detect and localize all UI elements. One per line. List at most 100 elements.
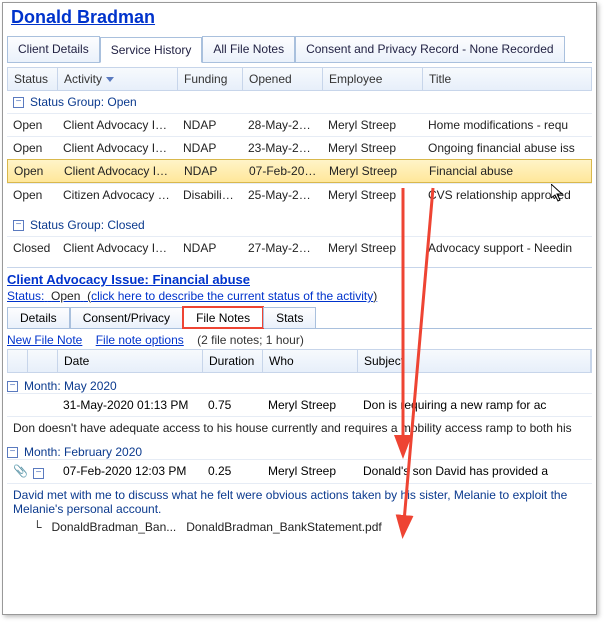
- attachment-link[interactable]: DonaldBradman_BankStatement.pdf: [186, 520, 381, 534]
- month-group-may[interactable]: −Month: May 2020: [7, 379, 592, 393]
- cell-opened: 27-May-2020: [242, 239, 322, 257]
- month-label: Month: February 2020: [24, 445, 142, 459]
- subtabstrip: Details Consent/Privacy File Notes Stats: [7, 307, 592, 329]
- col-status[interactable]: Status: [8, 68, 58, 90]
- col-who[interactable]: Who: [263, 350, 358, 372]
- note-expand[interactable]: [7, 396, 27, 414]
- main-tabstrip: Client Details Service History All File …: [7, 36, 592, 63]
- month-label: Month: May 2020: [24, 379, 117, 393]
- file-note-options-link[interactable]: File note options: [96, 333, 184, 347]
- cell-activity: Client Advocacy Is...: [58, 162, 178, 180]
- col-opened[interactable]: Opened: [243, 68, 323, 90]
- cell-funding: NDAP: [177, 116, 242, 134]
- note-date: 07-Feb-2020 12:03 PM: [57, 462, 202, 481]
- cell-employee: Meryl Streep: [322, 116, 422, 134]
- collapse-icon[interactable]: −: [13, 220, 24, 231]
- note-subject: Donald's son David has provided a: [357, 462, 592, 481]
- tab-consent-privacy[interactable]: Consent and Privacy Record - None Record…: [295, 36, 564, 62]
- cell-opened: 28-May-2020: [242, 116, 322, 134]
- col-funding[interactable]: Funding: [178, 68, 243, 90]
- col-title[interactable]: Title: [423, 68, 591, 90]
- note-date: 31-May-2020 01:13 PM: [57, 396, 202, 414]
- note-body: Don doesn't have adequate access to his …: [7, 416, 592, 439]
- col-activity[interactable]: Activity: [58, 68, 178, 90]
- status-label: Status:: [7, 289, 44, 303]
- table-row[interactable]: Open Citizen Advocacy R... Disability ..…: [7, 183, 592, 206]
- cell-funding: Disability ...: [177, 186, 242, 204]
- group-open[interactable]: −Status Group: Open: [7, 91, 592, 113]
- cell-funding: NDAP: [177, 239, 242, 257]
- table-row-selected[interactable]: Open Client Advocacy Is... NDAP 07-Feb-2…: [7, 159, 592, 183]
- collapse-icon[interactable]: −: [7, 381, 18, 392]
- cell-title: Home modifications - requ: [422, 116, 592, 134]
- col-expand[interactable]: [8, 350, 28, 372]
- note-row[interactable]: 31-May-2020 01:13 PM 0.75 Meryl Streep D…: [7, 393, 592, 416]
- note-duration: 0.75: [202, 396, 262, 414]
- cell-status: Open: [8, 162, 58, 180]
- col-expand2[interactable]: [28, 350, 58, 372]
- cell-title: CVS relationship approved: [422, 186, 592, 204]
- new-file-note-link[interactable]: New File Note: [7, 333, 82, 347]
- cell-activity: Client Advocacy Is...: [57, 239, 177, 257]
- month-group-feb[interactable]: −Month: February 2020: [7, 445, 592, 459]
- cell-employee: Meryl Streep: [323, 162, 423, 180]
- cell-status: Open: [7, 186, 57, 204]
- note-who: Meryl Streep: [262, 396, 357, 414]
- tree-branch-icon: └: [33, 520, 42, 534]
- cell-employee: Meryl Streep: [322, 239, 422, 257]
- group-closed-label: Status Group: Closed: [30, 218, 145, 232]
- tab-service-history[interactable]: Service History: [100, 37, 203, 63]
- notes-header-row: Date Duration Who Subject: [7, 349, 592, 373]
- notes-meta: (2 file notes; 1 hour): [197, 333, 304, 347]
- issue-title[interactable]: Client Advocacy Issue: Financial abuse: [7, 267, 592, 287]
- note-body: David met with me to discuss what he fel…: [7, 483, 592, 520]
- table-row[interactable]: Open Client Advocacy Is... NDAP 28-May-2…: [7, 113, 592, 136]
- cell-funding: NDAP: [177, 139, 242, 157]
- note-who: Meryl Streep: [262, 462, 357, 481]
- collapse-icon[interactable]: −: [13, 97, 24, 108]
- table-row[interactable]: Closed Client Advocacy Is... NDAP 27-May…: [7, 236, 592, 259]
- cell-employee: Meryl Streep: [322, 139, 422, 157]
- tab-all-file-notes[interactable]: All File Notes: [202, 36, 295, 62]
- status-line: Status: Open (click here to describe the…: [7, 289, 592, 303]
- status-value: Open: [51, 289, 80, 303]
- cell-activity: Client Advocacy Is...: [57, 116, 177, 134]
- client-name-link[interactable]: Donald Bradman: [3, 3, 596, 34]
- group-closed[interactable]: −Status Group: Closed: [7, 214, 592, 236]
- subtab-stats[interactable]: Stats: [263, 307, 316, 328]
- note-subject: Don is requiring a new ramp for ac: [357, 396, 592, 414]
- tab-client-details[interactable]: Client Details: [7, 36, 100, 62]
- cell-opened: 25-May-2020: [242, 186, 322, 204]
- note-collapse[interactable]: −: [27, 462, 57, 481]
- col-employee[interactable]: Employee: [323, 68, 423, 90]
- grid-header-row: Status Activity Funding Opened Employee …: [7, 67, 592, 91]
- subtab-details[interactable]: Details: [7, 307, 70, 328]
- col-activity-label: Activity: [64, 72, 102, 86]
- col-date[interactable]: Date: [58, 350, 203, 372]
- cell-status: Open: [7, 116, 57, 134]
- note-attach-icon[interactable]: 📎: [7, 462, 27, 481]
- cell-funding: NDAP: [178, 162, 243, 180]
- note-indent: [27, 396, 57, 414]
- cell-opened: 23-May-2020: [242, 139, 322, 157]
- notes-actions: New File Note File note options (2 file …: [7, 333, 592, 347]
- cell-title: Advocacy support - Needin: [422, 239, 592, 257]
- cell-status: Open: [7, 139, 57, 157]
- cell-activity: Citizen Advocacy R...: [57, 186, 177, 204]
- collapse-icon[interactable]: −: [7, 447, 18, 458]
- attachment-link[interactable]: DonaldBradman_Ban...: [52, 520, 177, 534]
- subtab-consent[interactable]: Consent/Privacy: [70, 307, 183, 328]
- col-subject[interactable]: Subject: [358, 350, 591, 372]
- note-row[interactable]: 📎 − 07-Feb-2020 12:03 PM 0.25 Meryl Stre…: [7, 459, 592, 483]
- cell-status: Closed: [7, 239, 57, 257]
- cell-employee: Meryl Streep: [322, 186, 422, 204]
- subtab-file-notes[interactable]: File Notes: [183, 307, 263, 328]
- group-open-label: Status Group: Open: [30, 95, 137, 109]
- status-hint-link[interactable]: click here to describe the current statu…: [91, 289, 373, 303]
- col-duration[interactable]: Duration: [203, 350, 263, 372]
- sort-desc-icon: [106, 77, 114, 82]
- attachment-row: └ DonaldBradman_Ban... DonaldBradman_Ban…: [33, 520, 592, 534]
- cell-title: Financial abuse: [423, 162, 591, 180]
- cell-activity: Client Advocacy Is...: [57, 139, 177, 157]
- table-row[interactable]: Open Client Advocacy Is... NDAP 23-May-2…: [7, 136, 592, 159]
